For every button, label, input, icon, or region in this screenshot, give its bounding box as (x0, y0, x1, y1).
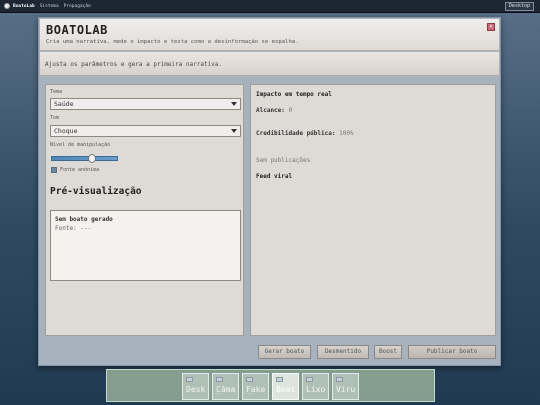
dock-item-4[interactable]: Lixo (302, 373, 329, 400)
feed-title: Feed viral (256, 173, 293, 180)
controls-panel: Tema Saúde Tom Choque Nível de manipulaç… (45, 84, 244, 336)
window-subtitle: Cria uma narrativa, mede o impacto e tes… (46, 39, 299, 45)
app-image-icon (336, 377, 343, 382)
impact-panel: Impacto em tempo real Alcance: 0 Credibi… (250, 84, 496, 336)
app-image-icon (186, 377, 193, 382)
dock-item-3[interactable]: Boat (272, 373, 299, 400)
tone-value: Choque (54, 127, 78, 135)
slider-thumb[interactable] (88, 154, 97, 163)
preview-title: Sem boato gerado (55, 216, 113, 223)
preview-box: Sem boato gerado Fonte: --- (50, 210, 241, 281)
menu-brand[interactable]: BoatoLab (13, 4, 35, 9)
app-image-icon (246, 377, 253, 382)
menu-propagacao[interactable]: Propagação (64, 4, 91, 9)
dock-item-1[interactable]: Câma — (212, 373, 239, 400)
anonymous-source-label: Fonte anónima (60, 167, 100, 173)
notice-bar: Ajusta os parâmetros e gera a primeira n… (40, 52, 499, 76)
dock: Desk Câma — Fake -- Boat Lixo Viru (106, 369, 435, 402)
dock-item-indicator: — (217, 391, 221, 397)
dock-item-5[interactable]: Viru (332, 373, 359, 400)
no-posts-text: Sem publicações (256, 157, 311, 164)
dock-item-0[interactable]: Desk (182, 373, 209, 400)
impact-title: Impacto em tempo real (256, 91, 332, 98)
notice-text: Ajusta os parâmetros e gera a primeira n… (45, 61, 223, 68)
publish-button[interactable]: Publicar boato (408, 345, 496, 359)
boatolab-window: BOATOLAB Cria uma narrativa, mede o impa… (38, 17, 501, 366)
theme-value: Saúde (54, 100, 74, 108)
dock-item-label: Desk (186, 385, 206, 394)
app-image-icon (216, 377, 223, 382)
manipulation-slider[interactable] (51, 154, 118, 163)
anonymous-source-checkbox[interactable] (51, 167, 57, 173)
app-logo-icon[interactable] (4, 3, 10, 9)
credibility-stat: Credibilidade pública: 100% (256, 130, 354, 137)
reach-stat: Alcance: 0 (256, 107, 292, 114)
tone-select[interactable]: Choque (50, 125, 241, 137)
system-bar: BoatoLab Sistema Propagação Desktop (0, 0, 540, 13)
desktop-button[interactable]: Desktop (504, 2, 534, 11)
window-header: BOATOLAB Cria uma narrativa, mede o impa… (40, 19, 499, 51)
debunk-button[interactable]: Desmentido (317, 345, 369, 359)
preview-heading: Pré-visualização (50, 186, 142, 197)
dock-item-label: Lixo (306, 385, 326, 394)
boost-button[interactable]: Boost (374, 345, 402, 359)
chevron-down-icon (231, 102, 237, 106)
window-title: BOATOLAB (46, 23, 108, 37)
dock-item-2[interactable]: Fake -- (242, 373, 269, 400)
theme-label: Tema (50, 89, 63, 95)
generate-button[interactable]: Gerar boato (258, 345, 311, 359)
credibility-label: Credibilidade pública: (256, 130, 336, 137)
app-image-icon (276, 377, 283, 382)
reach-value: 0 (288, 107, 293, 114)
manipulation-label: Nível de manipulação (50, 142, 111, 148)
close-button[interactable]: × (487, 23, 495, 31)
dock-item-label: Viru (336, 385, 356, 394)
preview-source: Fonte: --- (55, 225, 92, 232)
app-image-icon (306, 377, 313, 382)
reach-label: Alcance: (256, 107, 285, 114)
credibility-value: 100% (339, 130, 354, 137)
dock-item-indicator: -- (247, 391, 254, 397)
tone-label: Tom (50, 115, 60, 121)
chevron-down-icon (231, 129, 237, 133)
dock-item-label: Boat (276, 385, 296, 394)
theme-select[interactable]: Saúde (50, 98, 241, 110)
anonymous-source-row[interactable]: Fonte anónima (51, 167, 99, 173)
menu-sistema[interactable]: Sistema (40, 4, 59, 9)
